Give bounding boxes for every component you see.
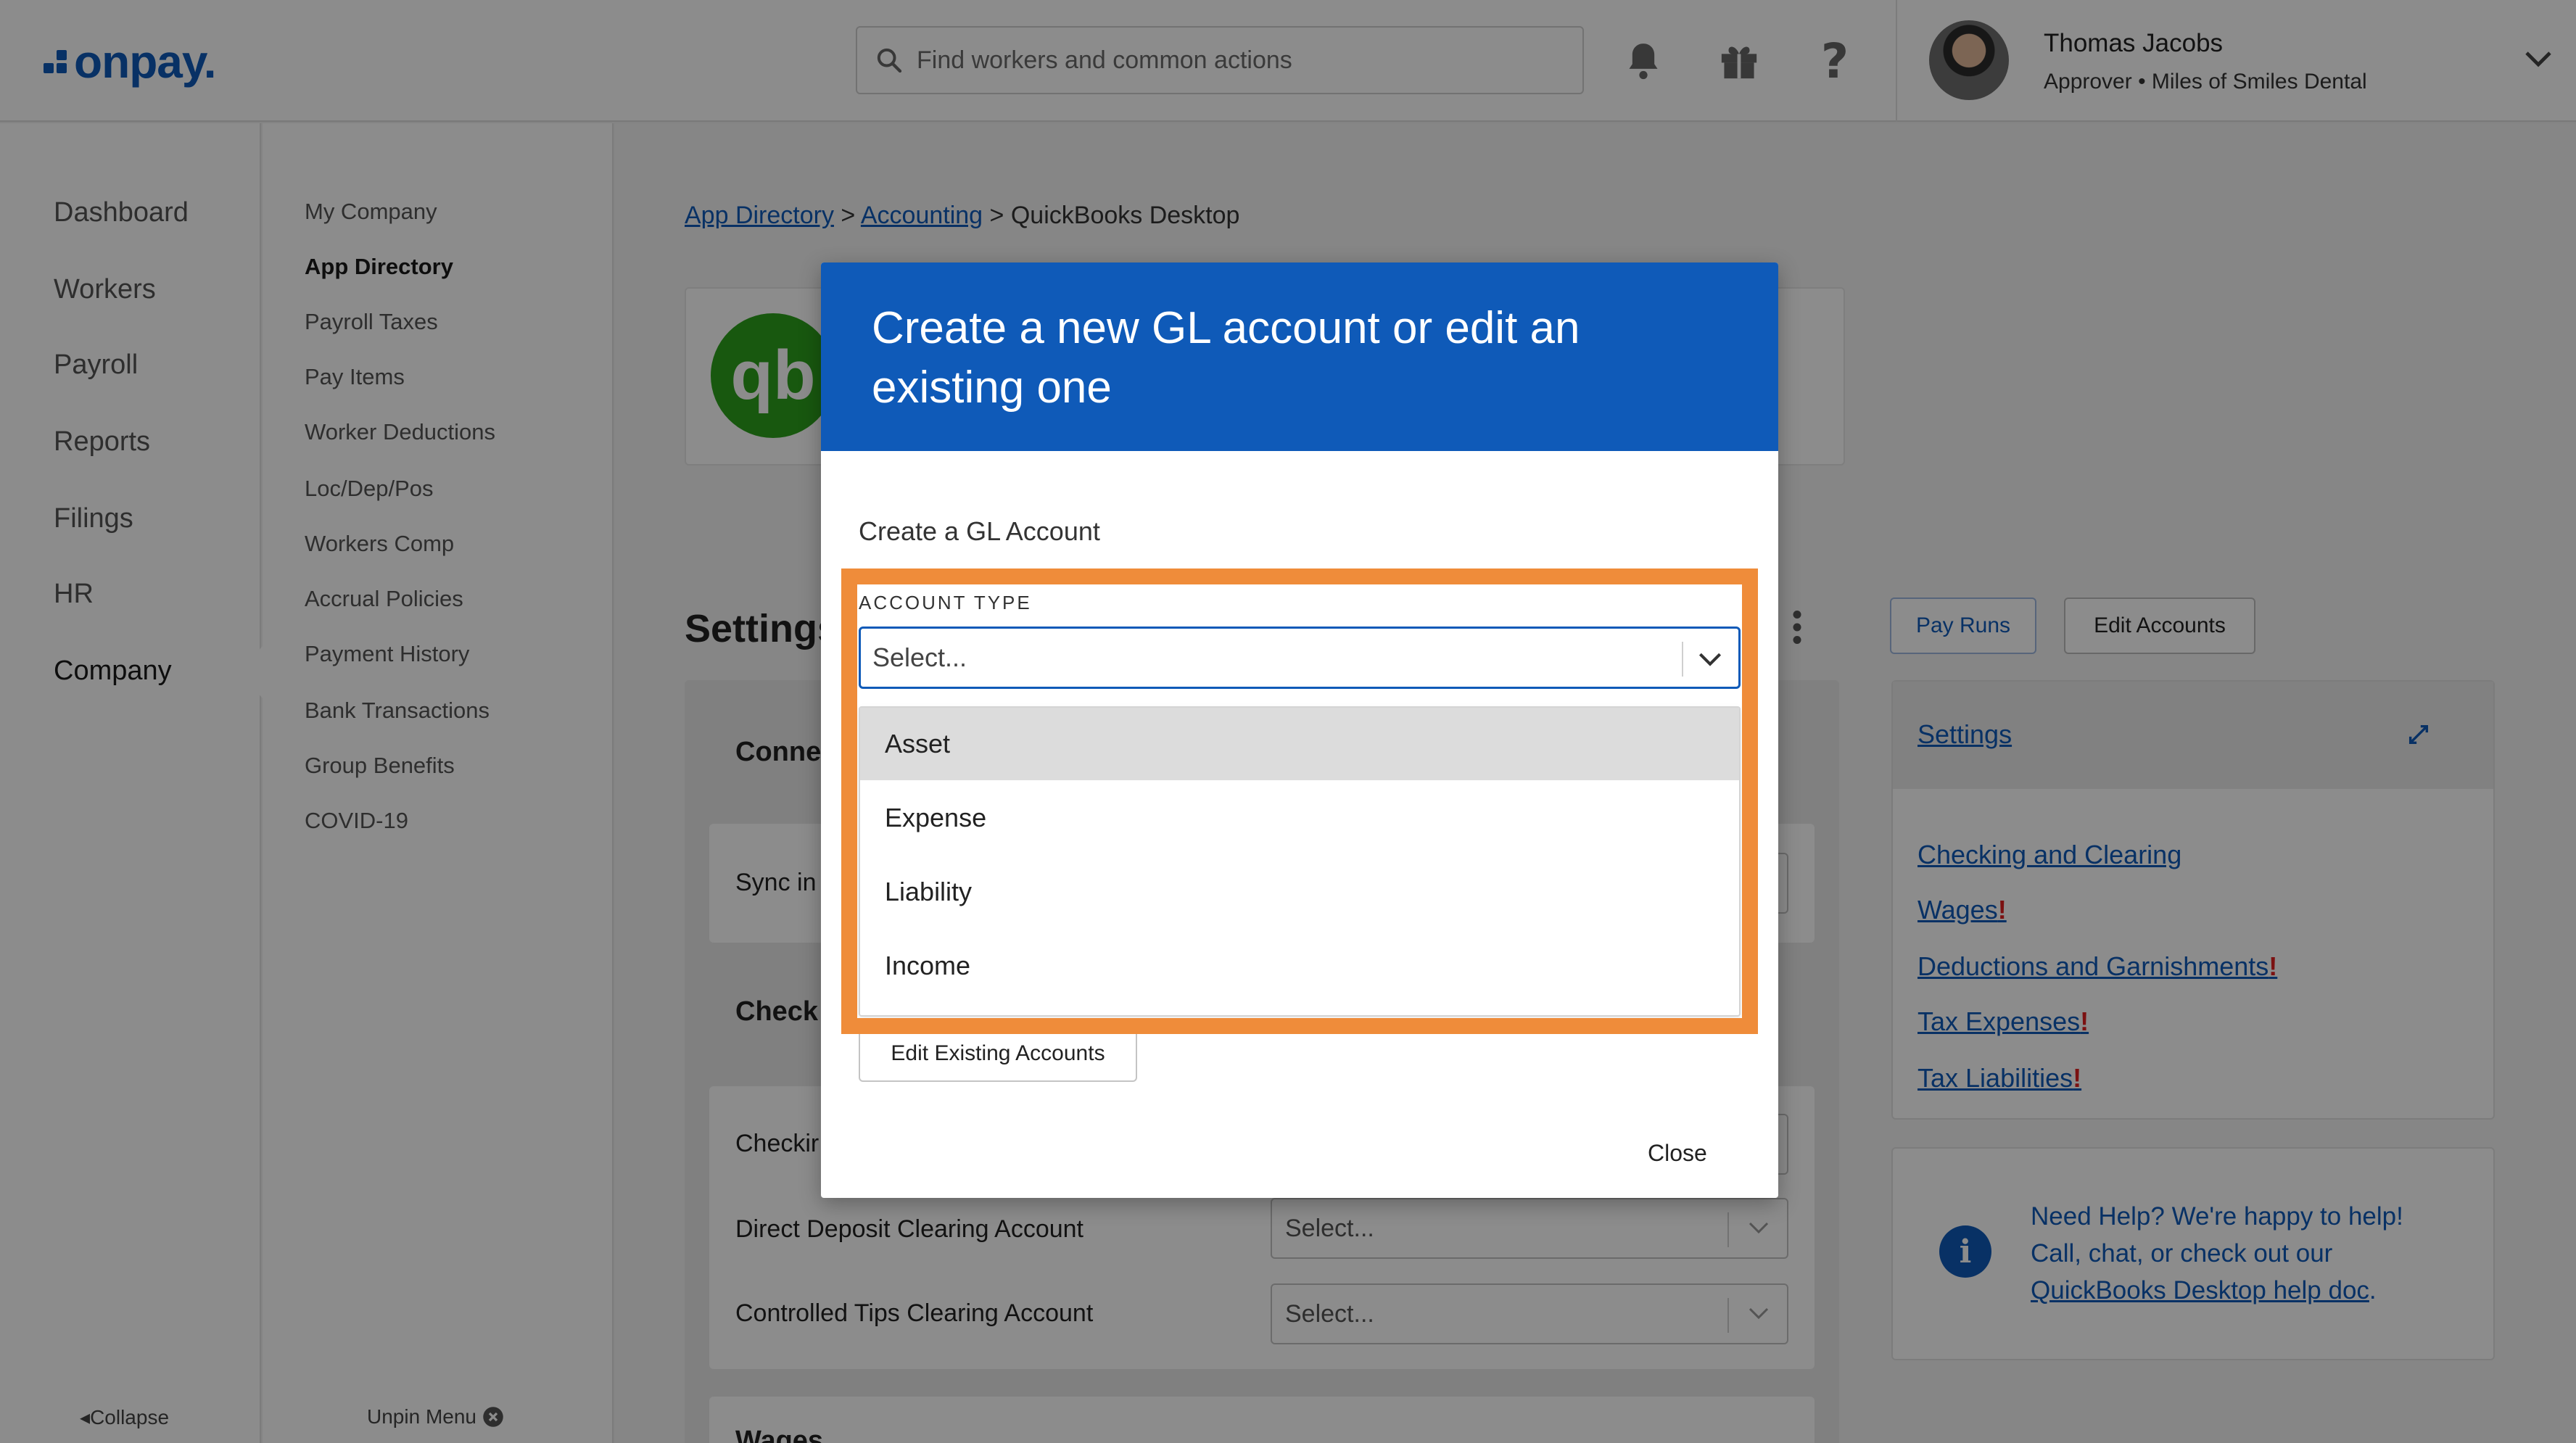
gl-account-modal: Create a new GL account or edit an exist… [821, 262, 1778, 1198]
modal-header: Create a new GL account or edit an exist… [821, 262, 1778, 451]
modal-title: Create a new GL account or edit an exist… [872, 303, 1580, 413]
highlight-box [841, 568, 1758, 1034]
close-button[interactable]: Close [1648, 1140, 1707, 1167]
modal-subtitle: Create a GL Account [859, 516, 1100, 546]
